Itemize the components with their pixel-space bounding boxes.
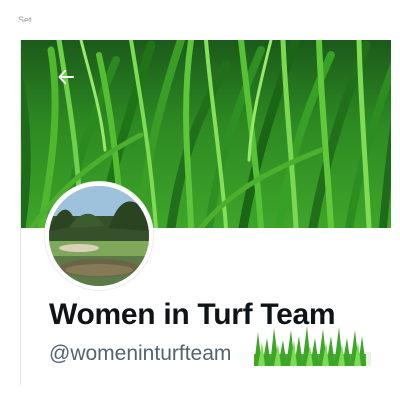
profile-card: Women in Turf Team @womeninturfteam (20, 40, 391, 385)
avatar[interactable] (45, 182, 153, 290)
grass-sticker (254, 324, 372, 366)
back-button[interactable] (57, 68, 83, 94)
profile-handle: @womeninturfteam (49, 342, 232, 365)
status-bar-fragment: Set (18, 16, 32, 22)
